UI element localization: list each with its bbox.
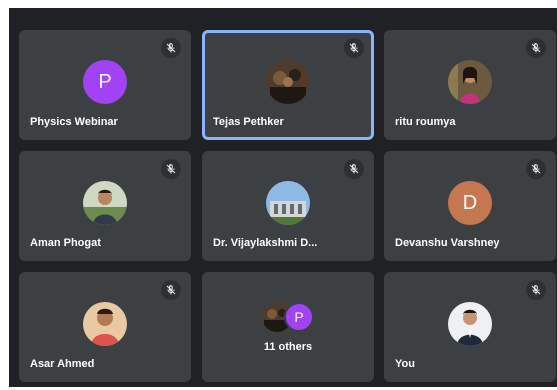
avatar bbox=[83, 181, 127, 225]
participant-tile-physics-webinar[interactable]: P Physics Webinar bbox=[19, 30, 191, 140]
mic-off-icon[interactable] bbox=[526, 159, 546, 179]
mic-off-icon[interactable] bbox=[526, 38, 546, 58]
participant-name: Devanshu Varshney bbox=[395, 237, 500, 249]
mic-off-icon[interactable] bbox=[344, 38, 364, 58]
participant-name: ritu roumya bbox=[395, 116, 456, 128]
participant-name: Asar Ahmed bbox=[30, 358, 95, 370]
avatar bbox=[266, 181, 310, 225]
participant-tile-you[interactable]: You bbox=[384, 272, 556, 382]
participant-name: Physics Webinar bbox=[30, 116, 118, 128]
mic-off-icon[interactable] bbox=[161, 159, 181, 179]
others-tile[interactable]: P 11 others bbox=[202, 272, 374, 382]
avatar bbox=[448, 60, 492, 104]
mic-off-icon[interactable] bbox=[161, 38, 181, 58]
mic-off-icon[interactable] bbox=[526, 280, 546, 300]
participant-tile-dr-vijaylakshmi[interactable]: Dr. Vijaylakshmi D... bbox=[202, 151, 374, 261]
avatar: P bbox=[83, 60, 127, 104]
participant-name: Dr. Vijaylakshmi D... bbox=[213, 237, 318, 249]
participant-tile-devanshu-varshney[interactable]: D Devanshu Varshney bbox=[384, 151, 556, 261]
others-avatars: P bbox=[262, 300, 322, 334]
participant-tile-tejas-pethker[interactable]: Tejas Pethker bbox=[202, 30, 374, 140]
avatar bbox=[83, 302, 127, 346]
participant-tile-ritu-roumya[interactable]: ritu roumya bbox=[384, 30, 556, 140]
participant-name: You bbox=[395, 358, 415, 370]
participant-name: Aman Phogat bbox=[30, 237, 101, 249]
avatar: P bbox=[284, 302, 314, 332]
avatar: D bbox=[448, 181, 492, 225]
participant-grid: P Physics Webinar Tejas Pethker ritu rou… bbox=[9, 8, 557, 387]
participant-tile-aman-phogat[interactable]: Aman Phogat bbox=[19, 151, 191, 261]
participant-name: Tejas Pethker bbox=[213, 116, 284, 128]
mic-off-icon[interactable] bbox=[344, 159, 364, 179]
participant-tile-asar-ahmed[interactable]: Asar Ahmed bbox=[19, 272, 191, 382]
others-count-label: 11 others bbox=[263, 341, 313, 353]
avatar bbox=[266, 60, 310, 104]
avatar bbox=[448, 302, 492, 346]
mic-off-icon[interactable] bbox=[161, 280, 181, 300]
screen: P Physics Webinar Tejas Pethker ritu rou… bbox=[0, 0, 557, 390]
